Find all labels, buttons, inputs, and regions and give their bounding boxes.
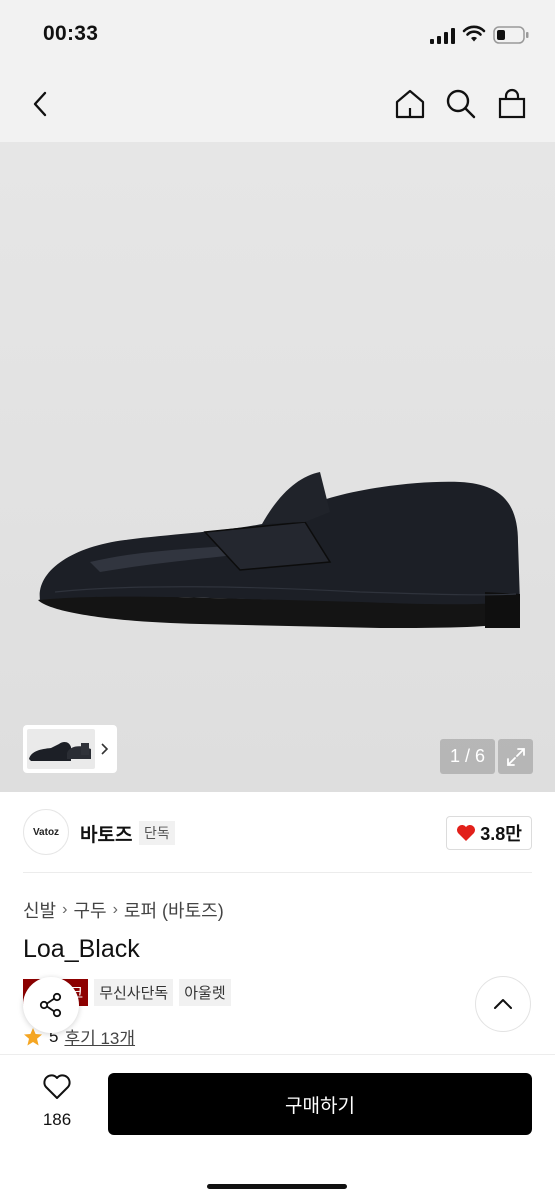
wishlist-button[interactable]: 186 [30,1073,84,1130]
home-button[interactable] [390,84,430,124]
heart-filled-icon [457,825,476,841]
share-button[interactable] [23,977,79,1033]
breadcrumb: 신발 › 구두 › 로퍼 (바토즈) [23,897,224,923]
brand-name[interactable]: 바토즈 [80,820,132,847]
cart-button[interactable] [492,84,532,124]
home-icon [395,89,425,119]
chevron-right-icon: › [112,901,118,918]
status-time: 00:33 [43,22,99,45]
chevron-right-icon [101,743,109,755]
brand-logo[interactable]: Vatoz [23,809,69,855]
image-counter: 1 / 6 [440,739,495,774]
breadcrumb-item[interactable]: 구두 [73,897,106,923]
share-icon [39,992,62,1018]
bottom-action-bar: 186 구매하기 [0,1054,555,1200]
thumbnail-strip[interactable] [23,725,117,773]
search-icon [446,89,476,119]
status-bar: 00:33 [0,0,555,70]
thumbnail-loafer-icon [29,742,91,761]
chevron-left-icon [33,91,47,117]
expand-button[interactable] [498,739,533,774]
brand-like-button[interactable]: 3.8만 [446,816,532,850]
brand-like-count: 3.8만 [480,824,522,844]
search-button[interactable] [441,84,481,124]
shopping-bag-icon [498,88,526,119]
chevron-right-icon: › [62,901,68,918]
breadcrumb-item[interactable]: 로퍼 (바토즈) [124,897,224,923]
divider [23,872,532,873]
product-photo-loafer [38,472,520,628]
battery-icon [493,26,529,44]
heart-outline-icon [43,1074,71,1099]
chevron-up-icon [494,999,512,1009]
top-nav [0,70,555,142]
cellular-signal-icon [430,28,455,44]
wishlist-count: 186 [42,1110,72,1129]
tag-badge: 아울렛 [179,979,231,1006]
expand-icon [506,747,525,766]
product-image-gallery[interactable]: 1 / 6 [0,142,555,792]
reviews-link[interactable]: 후기 13개 [64,1024,135,1049]
wifi-icon [462,25,486,42]
back-button[interactable] [20,84,60,124]
exclusive-badge: 단독 [139,821,175,845]
breadcrumb-item[interactable]: 신발 [23,897,56,923]
scroll-top-button[interactable] [475,976,531,1032]
home-indicator [207,1184,347,1189]
tag-badge: 무신사단독 [94,979,174,1006]
buy-button[interactable]: 구매하기 [108,1073,532,1135]
product-title: Loa_Black [23,935,140,963]
brand-row: Vatoz 바토즈 단독 3.8만 [0,792,555,874]
thumbnail-image[interactable] [27,729,95,769]
